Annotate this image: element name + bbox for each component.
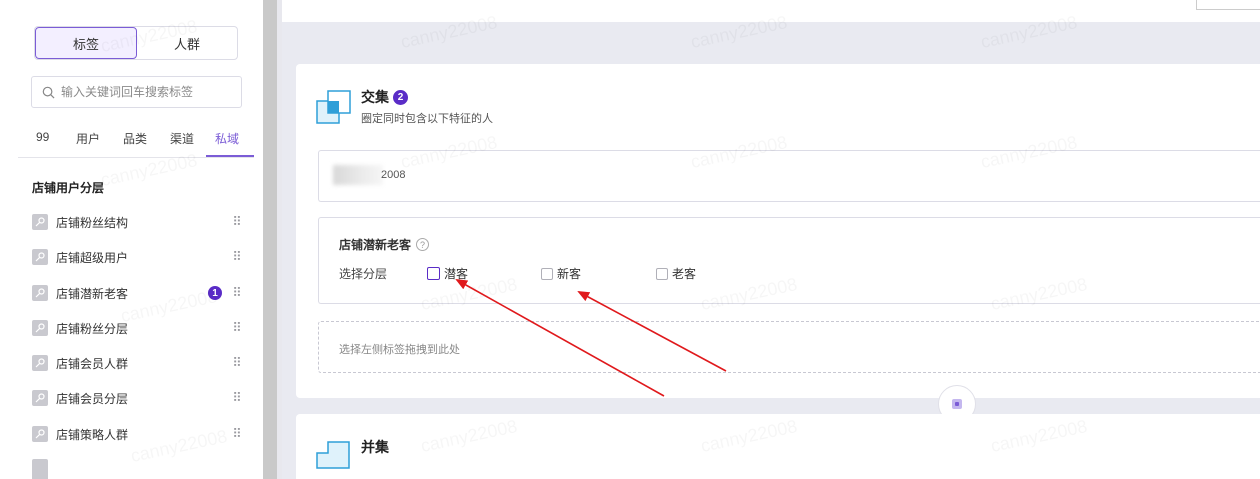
step-badge: 2 (393, 89, 408, 105)
tag-item[interactable]: 店铺粉丝结构 ⠿ (32, 211, 242, 233)
tag-library-panel: 标签 人群 99 用户 品类 渠道 私域 店铺用户分层 店铺粉丝结构 ⠿ 店 (0, 0, 262, 479)
section-title: 店铺用户分层 (32, 181, 105, 195)
tab-private-domain[interactable]: 私域 (215, 130, 239, 147)
checkbox-new-customer[interactable]: 新客 (541, 265, 581, 282)
condition-block: 店铺潜新老客 ? 选择分层 潜客 新客 老客 (318, 217, 1260, 304)
drop-zone-hint: 选择左侧标签拖拽到此处 (339, 344, 460, 356)
checkbox-box[interactable] (656, 267, 668, 280)
tag-item[interactable]: 店铺会员分层 ⠿ (32, 387, 242, 409)
search-icon (42, 86, 55, 98)
checkbox-old-customer[interactable]: 老客 (656, 265, 696, 282)
tab-user[interactable]: 用户 (76, 130, 100, 147)
tab-category[interactable]: 品类 (123, 130, 147, 147)
connector-icon (952, 399, 962, 409)
tag-item-label: 店铺策略人群 (56, 427, 129, 442)
tab-channel[interactable]: 渠道 (170, 130, 194, 147)
layer-label: 选择分层 (339, 267, 388, 281)
step-badge: 1 (208, 286, 222, 300)
drag-handle-icon[interactable]: ⠿ (230, 355, 242, 371)
tag-icon (32, 320, 48, 336)
tag-icon (32, 355, 48, 371)
tag-item[interactable]: 店铺粉丝分层 ⠿ (32, 317, 242, 339)
union-card (296, 414, 1260, 479)
help-icon[interactable]: ? (416, 238, 430, 251)
tag-item[interactable]: 店铺策略人群 ⠿ (32, 423, 242, 445)
union-icon (316, 441, 350, 469)
segment-crowds[interactable]: 人群 (137, 27, 237, 59)
tag-item-label: 店铺潜新老客 (56, 286, 129, 301)
tag-drop-zone[interactable]: 选择左侧标签拖拽到此处 (318, 321, 1260, 373)
drag-handle-icon[interactable]: ⠿ (230, 249, 242, 265)
drag-handle-icon[interactable]: ⠿ (230, 426, 242, 442)
intersection-subtitle: 圈定同时包含以下特征的人 (361, 113, 493, 125)
drag-handle-icon[interactable]: ⠿ (230, 390, 242, 406)
tag-icon (32, 390, 48, 406)
checkbox-box[interactable] (541, 267, 553, 280)
panel-splitter[interactable] (263, 0, 277, 479)
tag-item-label: 店铺会员分层 (56, 391, 129, 406)
segment-tags[interactable]: 标签 (35, 27, 137, 59)
intersection-icon (316, 90, 351, 124)
tag-search-input[interactable] (61, 85, 231, 99)
tag-search-box (31, 76, 242, 108)
crowd-name-field[interactable]: 2008 (318, 150, 1260, 202)
drag-handle-icon[interactable]: ⠿ (230, 320, 242, 336)
tag-item-label: 店铺会员人群 (56, 356, 129, 371)
tag-item[interactable]: 店铺会员人群 ⠿ (32, 352, 242, 374)
tag-item[interactable]: 店铺超级用户 ⠿ (32, 246, 242, 268)
checkbox-box[interactable] (427, 267, 440, 280)
tag-category-tabs: 99 用户 品类 渠道 私域 (18, 124, 254, 158)
tag-icon (32, 285, 48, 301)
tag-icon (32, 249, 48, 265)
condition-title: 店铺潜新老客 ? (339, 236, 430, 253)
redacted-text (333, 165, 383, 185)
top-right-control[interactable] (1196, 0, 1260, 10)
crowd-name-value: 2008 (381, 169, 406, 181)
checkbox-potential-customer[interactable]: 潜客 (427, 265, 468, 282)
active-tab-indicator (206, 155, 254, 157)
tag-crowd-switch: 标签 人群 (34, 26, 238, 60)
tag-icon (32, 214, 48, 230)
drag-handle-icon[interactable]: ⠿ (230, 214, 242, 230)
union-title: 并集 (361, 439, 389, 455)
tab-99[interactable]: 99 (36, 130, 49, 144)
tag-item-label: 店铺粉丝分层 (56, 321, 129, 336)
intersection-title: 交集 2 (361, 87, 408, 107)
tag-item-label: 店铺超级用户 (56, 250, 129, 265)
tag-icon (32, 459, 48, 479)
drag-handle-icon[interactable]: ⠿ (230, 285, 242, 301)
tag-item[interactable]: 店铺潜新老客 1 ⠿ (32, 282, 242, 304)
tag-item-label: 店铺粉丝结构 (56, 215, 129, 230)
tag-icon (32, 426, 48, 442)
